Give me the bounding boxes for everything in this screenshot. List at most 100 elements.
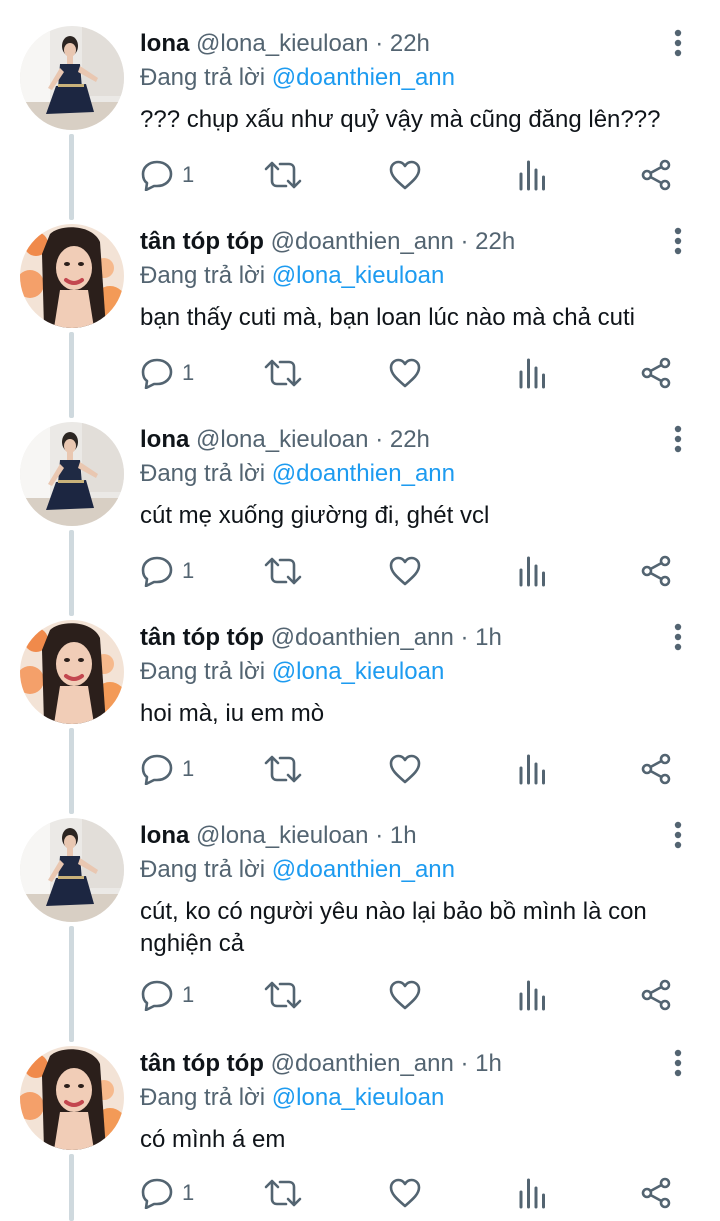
analytics-icon [519,1178,545,1209]
retweet-button[interactable] [264,356,302,390]
reply-icon [141,1178,173,1209]
timestamp[interactable]: 22h [390,30,430,57]
share-button[interactable] [640,356,672,390]
timestamp[interactable]: 22h [390,426,430,453]
more-options-button[interactable] [668,424,688,454]
retweet-icon [264,1179,302,1207]
tweet-header: tân tóp tóp @doanthien_ann · 1h [140,1049,502,1079]
tweet-header: lona @lona_kieuloan · 22h [140,425,430,455]
like-button[interactable] [388,158,422,192]
like-button[interactable] [388,978,422,1012]
tweet-text: cút, ko có người yêu nào lại bảo bồ mình… [140,898,647,957]
share-icon [641,555,671,587]
user-handle[interactable]: @doanthien_ann [271,228,454,255]
replying-to: Đang trả lời @doanthien_ann [140,63,455,93]
timestamp[interactable]: 1h [390,822,417,849]
share-button[interactable] [640,978,672,1012]
display-name[interactable]: lona [140,822,189,849]
display-name[interactable]: lona [140,30,189,57]
mention-link[interactable]: @doanthien_ann [272,856,455,883]
user-handle[interactable]: @lona_kieuloan [196,822,369,849]
more-options-button[interactable] [668,28,688,58]
avatar[interactable] [20,620,124,724]
display-name[interactable]: tân tóp tóp [140,228,264,255]
reply-button[interactable]: 1 [140,1176,194,1210]
reply-button[interactable]: 1 [140,356,194,390]
display-name[interactable]: tân tóp tóp [140,624,264,651]
analytics-icon [519,358,545,389]
user-handle[interactable]: @doanthien_ann [271,1050,454,1077]
more-options-button[interactable] [668,226,688,256]
more-options-button[interactable] [668,622,688,652]
reply-count: 1 [182,162,195,187]
more-vertical-icon [674,821,682,849]
timestamp[interactable]: 22h [475,228,515,255]
share-button[interactable] [640,554,672,588]
retweet-button[interactable] [264,752,302,786]
retweet-button[interactable] [264,554,302,588]
like-button[interactable] [388,1176,422,1210]
views-button[interactable] [518,752,546,786]
tweet-actions: 1 [140,554,680,588]
reply-button[interactable]: 1 [140,978,194,1012]
views-button[interactable] [518,978,546,1012]
reply-button[interactable]: 1 [140,158,194,192]
mention-link[interactable]: @lona_kieuloan [272,1084,445,1111]
display-name[interactable]: tân tóp tóp [140,1050,264,1077]
user-handle[interactable]: @lona_kieuloan [196,30,369,57]
separator-dot: · [375,30,390,57]
like-button[interactable] [388,356,422,390]
analytics-icon [519,754,545,785]
share-button[interactable] [640,752,672,786]
thread-connector [69,926,74,1042]
like-button[interactable] [388,752,422,786]
tweet-actions: 1 [140,1176,680,1210]
heart-icon [389,754,421,784]
retweet-button[interactable] [264,1176,302,1210]
reply-button[interactable]: 1 [140,554,194,588]
tweet-text: bạn thấy cuti mà, bạn loan lúc nào mà ch… [140,304,635,331]
user-handle[interactable]: @doanthien_ann [271,624,454,651]
tweet-header: tân tóp tóp @doanthien_ann · 22h [140,227,515,257]
thread-connector [69,728,74,814]
retweet-button[interactable] [264,158,302,192]
display-name[interactable]: lona [140,426,189,453]
reply-button[interactable]: 1 [140,752,194,786]
replying-to-label: Đang trả lời [140,64,266,91]
replying-to-label: Đang trả lời [140,658,266,685]
views-button[interactable] [518,554,546,588]
mention-link[interactable]: @lona_kieuloan [272,658,445,685]
avatar[interactable] [20,818,124,922]
tweet-text: có mình á em [140,1126,286,1153]
reply-icon [141,358,173,389]
views-button[interactable] [518,356,546,390]
retweet-button[interactable] [264,978,302,1012]
avatar[interactable] [20,26,124,130]
share-button[interactable] [640,1176,672,1210]
more-options-button[interactable] [668,820,688,850]
mention-link[interactable]: @lona_kieuloan [272,262,445,289]
avatar[interactable] [20,422,124,526]
heart-icon [389,980,421,1010]
mention-link[interactable]: @doanthien_ann [272,64,455,91]
timestamp[interactable]: 1h [475,624,502,651]
avatar[interactable] [20,224,124,328]
views-button[interactable] [518,1176,546,1210]
share-icon [641,1177,671,1209]
more-options-button[interactable] [668,1048,688,1078]
views-button[interactable] [518,158,546,192]
reply-count: 1 [182,558,195,583]
avatar[interactable] [20,1046,124,1150]
reply-icon [141,160,173,191]
user-handle[interactable]: @lona_kieuloan [196,426,369,453]
share-icon [641,753,671,785]
retweet-icon [264,359,302,387]
timestamp[interactable]: 1h [475,1050,502,1077]
separator-dot: · [460,624,476,651]
heart-icon [389,358,421,388]
share-button[interactable] [640,158,672,192]
mention-link[interactable]: @doanthien_ann [272,460,455,487]
reply-icon [141,980,173,1011]
tweet-actions: 1 [140,752,680,786]
like-button[interactable] [388,554,422,588]
